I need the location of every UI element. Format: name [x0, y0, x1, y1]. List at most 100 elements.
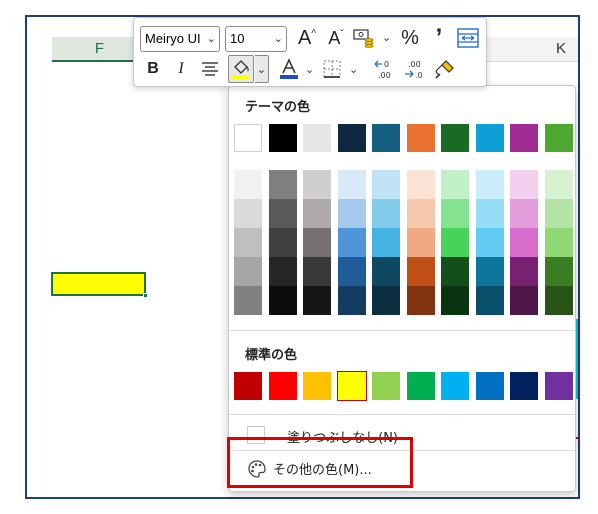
theme-shade-swatch[interactable]	[372, 199, 400, 228]
theme-shade-swatch[interactable]	[337, 257, 366, 286]
theme-shade-swatch[interactable]	[510, 286, 538, 315]
theme-shade-swatch[interactable]	[510, 228, 538, 257]
theme-shade-swatch[interactable]	[234, 286, 262, 315]
theme-shade-swatch[interactable]	[544, 257, 573, 286]
theme-shade-swatch[interactable]	[268, 199, 297, 228]
theme-shade-swatch[interactable]	[441, 257, 469, 286]
theme-shade-swatch[interactable]	[406, 199, 435, 228]
theme-shade-swatch[interactable]	[406, 228, 435, 257]
theme-shade-swatch[interactable]	[372, 170, 400, 199]
theme-color-swatch[interactable]	[441, 124, 469, 152]
theme-shade-swatch[interactable]	[544, 199, 573, 228]
theme-color-swatch[interactable]	[544, 124, 573, 152]
borders-button[interactable]	[320, 56, 344, 82]
selected-cell[interactable]	[51, 272, 146, 296]
theme-color-swatch[interactable]	[268, 124, 297, 152]
chevron-down-icon[interactable]: ⌄	[382, 31, 391, 44]
theme-shade-swatch[interactable]	[510, 257, 538, 286]
column-header-k-label[interactable]: K	[556, 40, 566, 57]
theme-color-swatch[interactable]	[303, 124, 331, 152]
more-colors-option[interactable]: その他の色(M)...	[235, 456, 569, 482]
theme-shade-swatch[interactable]	[268, 170, 297, 199]
standard-color-swatch[interactable]	[268, 372, 297, 400]
percent-style-button[interactable]: %	[397, 24, 423, 52]
theme-shade-swatch[interactable]	[303, 286, 331, 315]
theme-color-swatch[interactable]	[337, 124, 366, 152]
align-center-button[interactable]	[198, 56, 222, 82]
increase-decimal-button[interactable]: 0 .00	[372, 56, 398, 82]
font-size-box[interactable]: 10 ⌄	[225, 26, 287, 52]
theme-color-swatch[interactable]	[406, 124, 435, 152]
theme-shade-swatch[interactable]	[303, 170, 331, 199]
decrease-decimal-button[interactable]: .00 .0	[402, 56, 428, 82]
theme-shade-swatch[interactable]	[406, 257, 435, 286]
standard-color-swatch[interactable]	[336, 371, 367, 401]
theme-shade-swatch[interactable]	[510, 199, 538, 228]
font-name-box[interactable]: Meiryo UI ⌄	[140, 26, 220, 52]
standard-color-swatch[interactable]	[372, 372, 400, 400]
theme-shade-swatch[interactable]	[372, 286, 400, 315]
fill-color-button[interactable]	[228, 55, 254, 83]
theme-shade-swatch[interactable]	[234, 170, 262, 199]
standard-color-swatch[interactable]	[475, 372, 504, 400]
theme-shade-swatch[interactable]	[303, 257, 331, 286]
theme-shade-swatch[interactable]	[441, 228, 469, 257]
theme-shade-swatch[interactable]	[510, 170, 538, 199]
theme-shade-swatch[interactable]	[268, 257, 297, 286]
standard-color-swatch[interactable]	[441, 372, 469, 400]
theme-shade-swatch[interactable]	[337, 199, 366, 228]
theme-shade-swatch[interactable]	[441, 170, 469, 199]
more-colors-label: その他の色(M)...	[273, 463, 372, 478]
fill-color-dropdown[interactable]: ⌄	[255, 55, 269, 83]
theme-shade-swatch[interactable]	[268, 286, 297, 315]
standard-color-swatch[interactable]	[510, 372, 538, 400]
theme-shade-swatch[interactable]	[337, 228, 366, 257]
increase-font-size-button[interactable]: A^	[294, 24, 320, 52]
theme-color-swatch[interactable]	[510, 124, 538, 152]
italic-button[interactable]: I	[170, 56, 192, 82]
theme-color-swatch[interactable]	[234, 124, 262, 152]
theme-shade-swatch[interactable]	[475, 286, 504, 315]
bold-button[interactable]: B	[142, 56, 164, 82]
theme-shade-swatch[interactable]	[441, 286, 469, 315]
borders-icon	[323, 60, 341, 78]
theme-shade-swatch[interactable]	[234, 228, 262, 257]
theme-shade-swatch[interactable]	[475, 199, 504, 228]
theme-shade-swatch[interactable]	[303, 228, 331, 257]
theme-shade-swatch[interactable]	[372, 257, 400, 286]
theme-color-swatch[interactable]	[372, 124, 400, 152]
theme-shade-swatch[interactable]	[406, 170, 435, 199]
theme-shade-swatch[interactable]	[234, 257, 262, 286]
theme-shade-swatch[interactable]	[544, 228, 573, 257]
theme-shade-swatch[interactable]	[544, 286, 573, 315]
theme-shade-swatch[interactable]	[337, 286, 366, 315]
standard-color-swatch[interactable]	[234, 372, 262, 400]
theme-shade-swatch[interactable]	[268, 228, 297, 257]
theme-shade-swatch[interactable]	[337, 170, 366, 199]
merge-center-button[interactable]	[456, 26, 480, 50]
chevron-down-icon[interactable]: ⌄	[305, 63, 314, 76]
accounting-format-button[interactable]	[352, 26, 376, 50]
theme-shade-swatch[interactable]	[475, 170, 504, 199]
theme-shade-swatch[interactable]	[544, 170, 573, 199]
theme-color-swatch[interactable]	[475, 124, 504, 152]
theme-shade-swatch[interactable]	[234, 199, 262, 228]
fill-handle[interactable]	[143, 293, 148, 298]
mini-toolbar: Meiryo UI ⌄ 10 ⌄ A^ Aˇ ⌄ % ’ B I ⌄ ⌄ ⌄ 0…	[133, 17, 487, 87]
font-color-button[interactable]	[278, 56, 300, 82]
standard-color-swatch[interactable]	[544, 372, 573, 400]
no-fill-option[interactable]: 塗りつぶしなし(N)	[243, 426, 563, 448]
comma-style-button[interactable]: ’	[428, 24, 450, 52]
standard-color-swatch[interactable]	[303, 372, 331, 400]
chevron-down-icon[interactable]: ⌄	[349, 63, 358, 76]
theme-shade-swatch[interactable]	[441, 199, 469, 228]
theme-shade-swatch[interactable]	[475, 228, 504, 257]
theme-shade-swatch[interactable]	[303, 199, 331, 228]
theme-shade-swatch[interactable]	[475, 257, 504, 286]
font-color-icon	[280, 58, 298, 79]
theme-shade-swatch[interactable]	[372, 228, 400, 257]
theme-shade-swatch[interactable]	[406, 286, 435, 315]
standard-color-swatch[interactable]	[406, 372, 435, 400]
format-painter-button[interactable]	[432, 56, 458, 82]
decrease-font-size-button[interactable]: Aˇ	[323, 24, 349, 52]
